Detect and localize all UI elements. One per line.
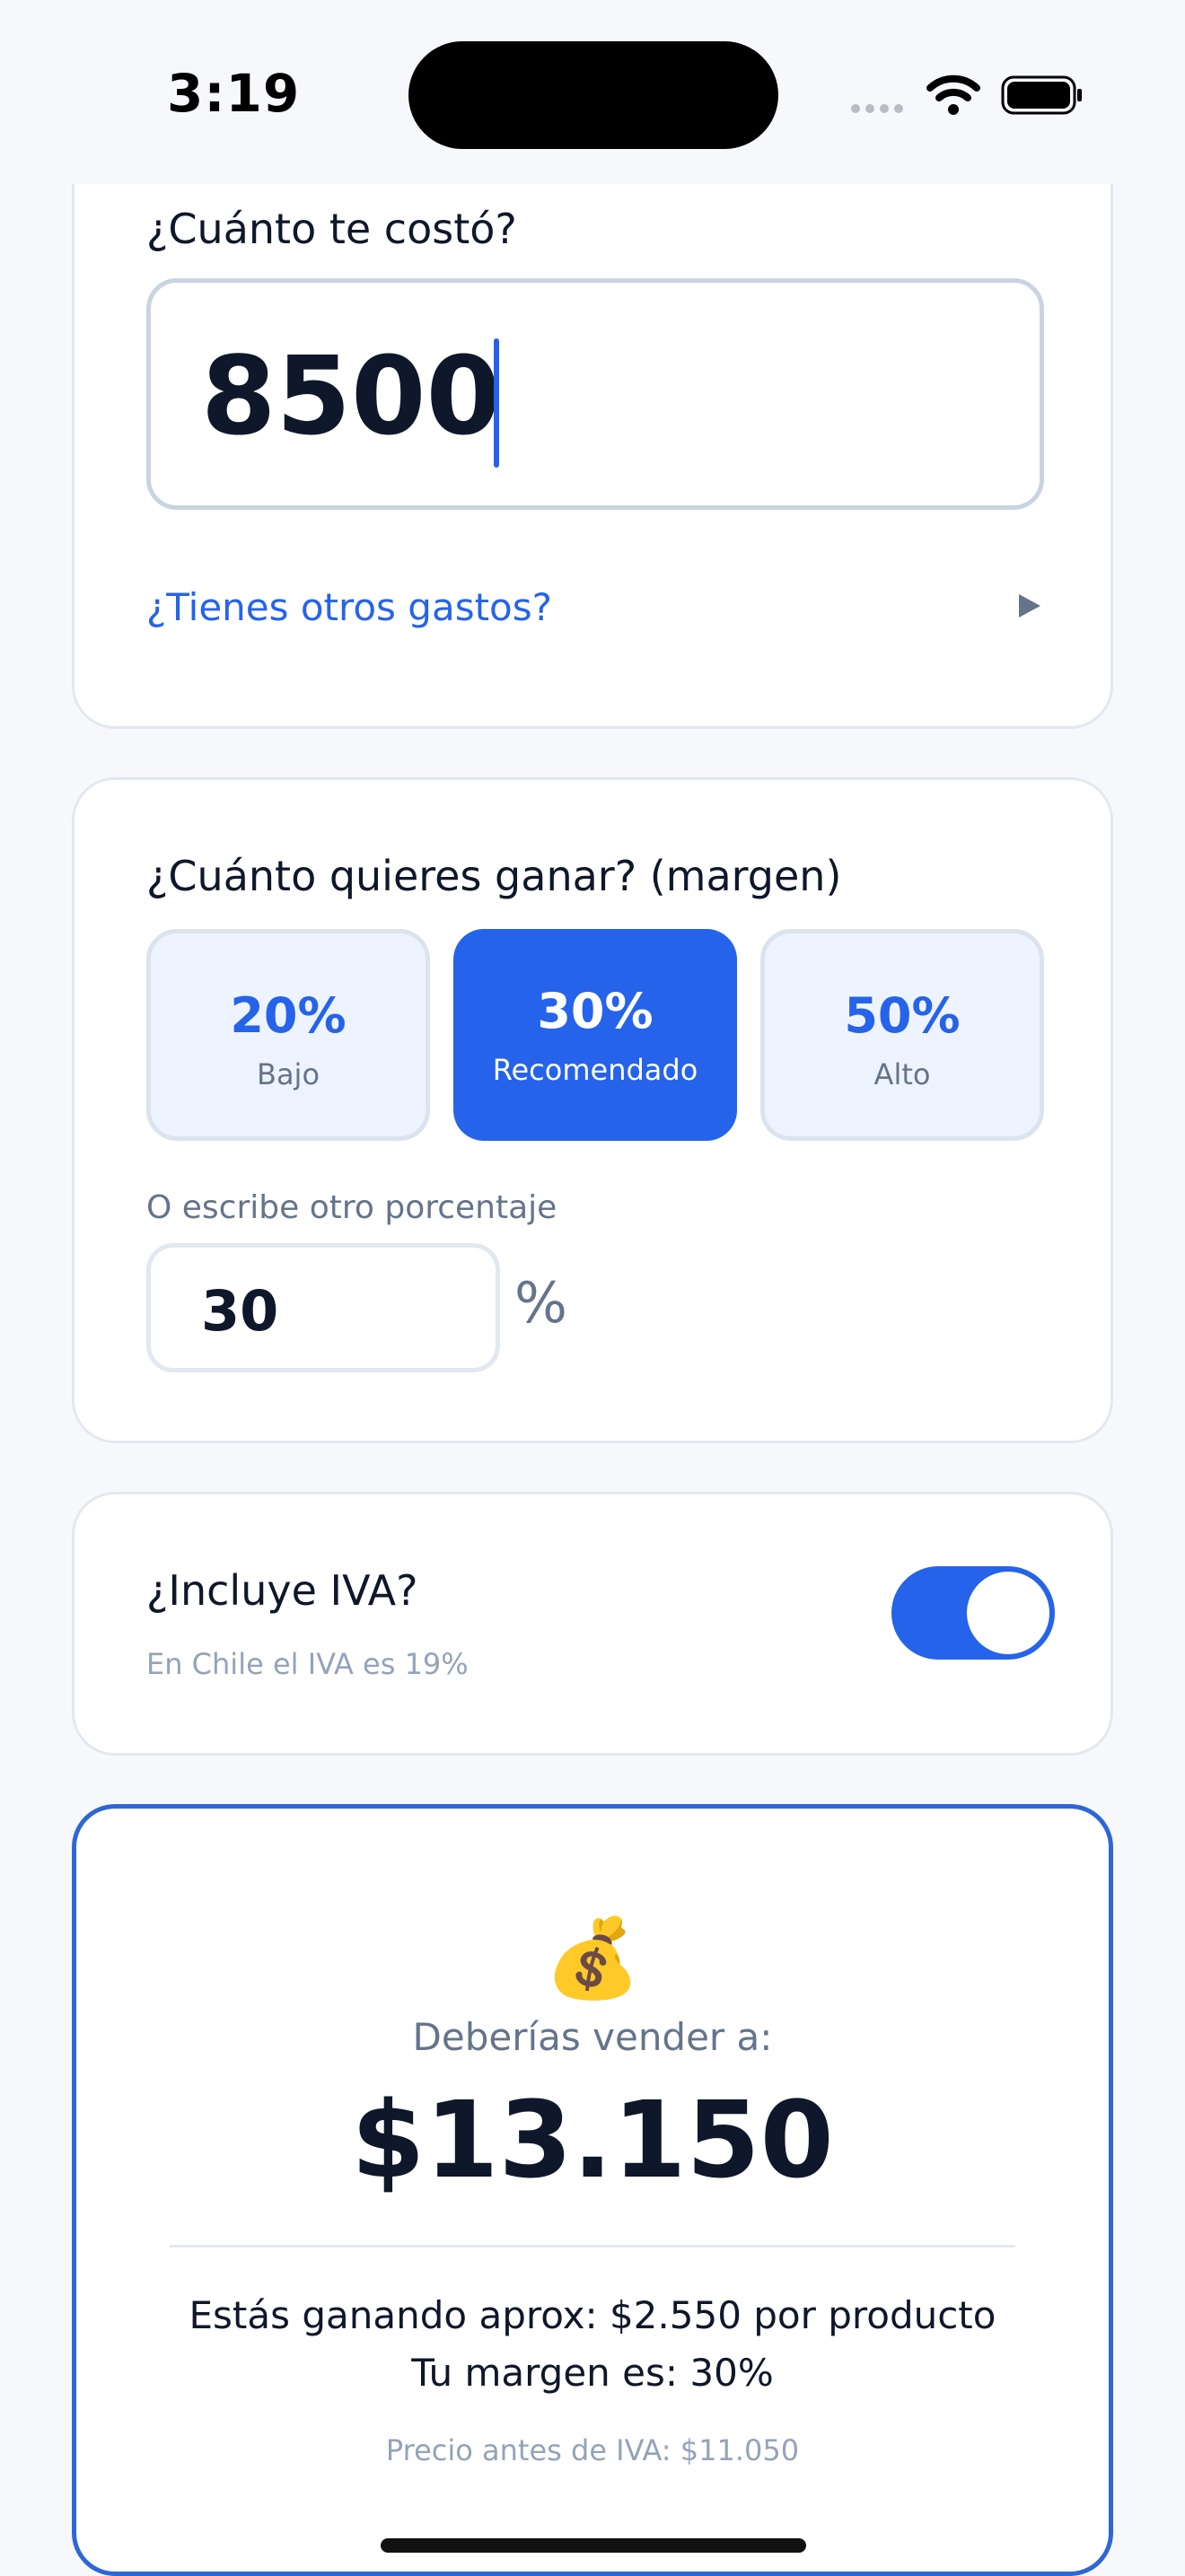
- gain-text: Estás ganando aprox: $2.550 por producto: [189, 2293, 996, 2337]
- margin-option-label: Recomendado: [492, 1053, 698, 1087]
- percent-sign: %: [514, 1270, 567, 1336]
- toggle-knob: [967, 1572, 1049, 1654]
- margin-card: ¿Cuánto quieres ganar? (margen) 20% Bajo…: [72, 777, 1113, 1443]
- margin-option-high[interactable]: 50% Alto: [760, 929, 1044, 1141]
- cost-value: 8500: [201, 335, 501, 460]
- home-indicator[interactable]: [381, 2538, 806, 2553]
- margin-label: ¿Cuánto quieres ganar? (margen): [146, 852, 842, 900]
- dynamic-island: [408, 41, 778, 149]
- margin-option-recommended[interactable]: 30% Recomendado: [453, 929, 737, 1141]
- status-time: 3:19: [167, 63, 301, 124]
- expand-arrow-icon[interactable]: [1019, 594, 1040, 618]
- suggested-price: $13.150: [351, 2078, 834, 2202]
- custom-margin-input[interactable]: 30: [146, 1243, 500, 1372]
- money-bag-icon: 💰: [544, 1914, 641, 2003]
- margin-option-pct: 50%: [844, 987, 961, 1044]
- custom-margin-label: O escribe otro porcentaje: [146, 1189, 557, 1226]
- margin-option-pct: 30%: [537, 983, 654, 1039]
- iva-toggle[interactable]: [891, 1566, 1055, 1660]
- custom-margin-value: 30: [201, 1278, 279, 1344]
- wifi-icon: [926, 74, 980, 115]
- result-card: 💰 Deberías vender a: $13.150 Estás ganan…: [72, 1804, 1113, 2576]
- cost-label: ¿Cuánto te costó?: [146, 205, 517, 253]
- iva-subtext: En Chile el IVA es 19%: [146, 1647, 469, 1681]
- battery-icon: [1001, 75, 1082, 115]
- margin-option-label: Bajo: [256, 1057, 320, 1091]
- other-expenses-link[interactable]: ¿Tienes otros gastos?: [146, 585, 552, 629]
- sell-label: Deberías vender a:: [412, 2015, 773, 2059]
- margin-option-label: Alto: [873, 1057, 931, 1091]
- divider: [170, 2245, 1015, 2247]
- margin-text: Tu margen es: 30%: [411, 2351, 774, 2395]
- status-bar: 3:19: [0, 0, 1185, 184]
- cost-input[interactable]: 8500: [146, 278, 1044, 510]
- margin-option-low[interactable]: 20% Bajo: [146, 929, 430, 1141]
- signal-dots-icon: [851, 104, 903, 113]
- cost-card: ¿Cuánto te costó? 8500 ¿Tienes otros gas…: [72, 144, 1113, 729]
- iva-label: ¿Incluye IVA?: [146, 1566, 418, 1615]
- iva-card: ¿Incluye IVA? En Chile el IVA es 19%: [72, 1492, 1113, 1756]
- text-caret: [494, 338, 499, 468]
- margin-option-pct: 20%: [230, 987, 347, 1044]
- pre-iva-price: Precio antes de IVA: $11.050: [385, 2433, 800, 2467]
